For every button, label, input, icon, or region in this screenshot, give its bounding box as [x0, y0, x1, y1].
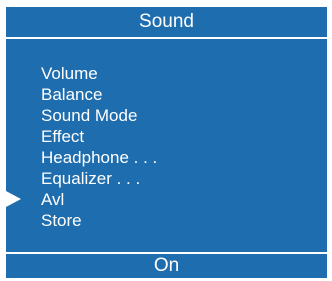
menu-item-label: Headphone . . . — [41, 148, 158, 167]
menu-item-headphone[interactable]: Headphone . . . — [6, 147, 327, 168]
menu-item-equalizer[interactable]: Equalizer . . . — [6, 168, 327, 189]
menu-item-label: Balance — [41, 85, 103, 104]
menu-title: Sound — [139, 11, 194, 32]
menu-item-balance[interactable]: Balance — [6, 84, 327, 105]
title-divider — [6, 37, 327, 39]
menu-item-volume[interactable]: Volume — [6, 63, 327, 84]
menu-item-store[interactable]: Store — [6, 210, 327, 231]
menu-item-label: Equalizer . . . — [41, 169, 141, 188]
menu-item-label: Avl — [41, 190, 65, 209]
selected-value: On — [153, 255, 180, 276]
menu-item-effect[interactable]: Effect — [6, 126, 327, 147]
menu-item-label: Sound Mode — [41, 106, 138, 125]
sound-menu-panel: Sound Volume Balance Sound Mode Effect H… — [6, 7, 327, 278]
menu-item-label: Effect — [41, 127, 85, 146]
menu-item-label: Volume — [41, 64, 98, 83]
menu-item-sound-mode[interactable]: Sound Mode — [6, 105, 327, 126]
menu-item-label: Store — [41, 211, 82, 230]
menu-item-avl[interactable]: Avl — [6, 189, 327, 210]
sound-menu-list: Volume Balance Sound Mode Effect Headpho… — [6, 63, 327, 231]
selection-arrow-icon — [6, 191, 21, 207]
